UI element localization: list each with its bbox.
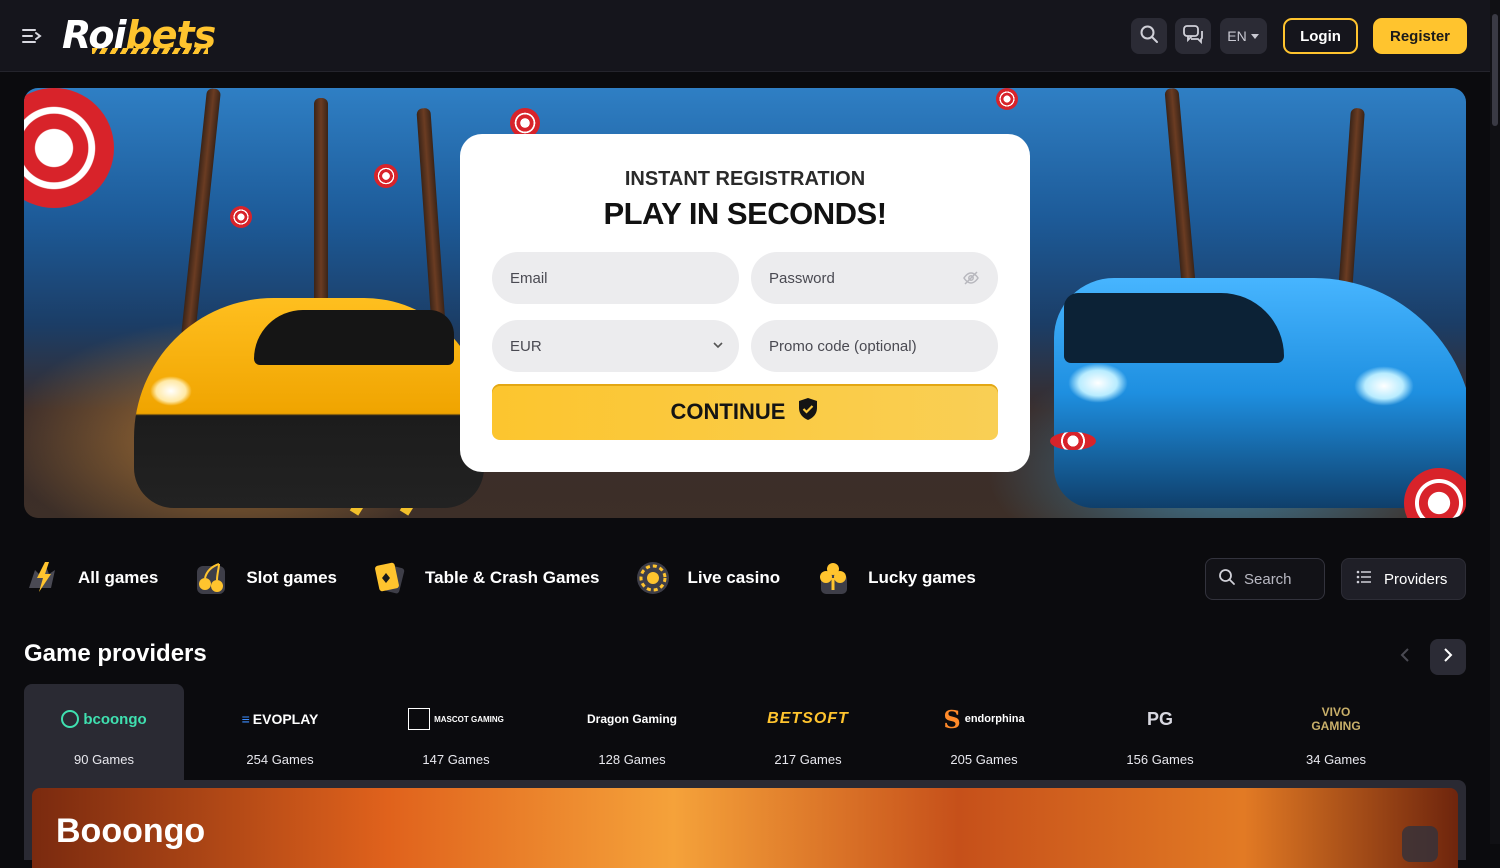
currency-select[interactable]: EUR (492, 320, 739, 372)
providers-carousel: bcoongo 90 Games ≡ EVOPLAY 254 Games MASC… (24, 684, 1466, 780)
chevron-left-icon (1399, 646, 1411, 669)
provider-card-endorphina[interactable]: Sendorphina 205 Games (904, 684, 1064, 780)
provider-card-betsoft[interactable]: BETSOFT 217 Games (728, 684, 888, 780)
provider-logo: Dragon Gaming (586, 712, 677, 726)
search-button[interactable] (1131, 18, 1167, 54)
featured-provider-panel: Booongo (24, 780, 1466, 868)
category-table-crash[interactable]: Table & Crash Games (371, 559, 600, 597)
casino-chip-image (1050, 432, 1096, 450)
provider-logo: BETSOFT (767, 710, 849, 727)
blue-car-image (1054, 278, 1466, 508)
category-label: All games (78, 568, 159, 587)
palm-tree (180, 88, 222, 339)
carousel-next-button[interactable] (1430, 639, 1466, 675)
menu-icon[interactable] (20, 24, 44, 48)
provider-card-vivo-gaming[interactable]: VIVO GAMING 34 Games (1256, 684, 1416, 780)
provider-game-count: 147 Games (422, 752, 490, 767)
search-placeholder: Search (1244, 570, 1292, 588)
section-title: Game providers (24, 640, 207, 667)
palm-tree (416, 107, 446, 329)
roulette-icon (634, 559, 672, 597)
email-placeholder: Email (510, 269, 548, 287)
category-lucky-games[interactable]: Lucky games (814, 559, 976, 597)
language-label: EN (1227, 28, 1247, 44)
providers-button[interactable]: Providers (1341, 558, 1466, 600)
promo-placeholder: Promo code (optional) (769, 337, 917, 355)
top-bar: Roibets EN Login Register (0, 0, 1500, 72)
continue-label: CONTINUE (670, 399, 786, 424)
provider-card-evoplay[interactable]: ≡ EVOPLAY 254 Games (200, 684, 360, 780)
provider-game-count: 254 Games (246, 752, 314, 767)
page-scrollbar[interactable] (1490, 0, 1500, 844)
providers-button-label: Providers (1384, 570, 1448, 588)
eye-slash-icon[interactable] (962, 269, 980, 291)
search-icon (1218, 568, 1236, 590)
provider-game-count: 90 Games (74, 752, 134, 767)
scrollbar-thumb[interactable] (1492, 14, 1498, 126)
palm-tree (1337, 107, 1365, 309)
category-label: Lucky games (868, 568, 976, 587)
casino-chip-image (374, 164, 398, 188)
casino-chip-image (24, 88, 114, 208)
cards-icon (371, 559, 409, 597)
provider-card-dragon-gaming[interactable]: Dragon Gaming 128 Games (552, 684, 712, 780)
provider-logo: PG (1146, 708, 1173, 729)
provider-game-count: 128 Games (598, 752, 666, 767)
game-search-input[interactable]: Search (1205, 558, 1325, 600)
provider-logo: MASCOT GAMING (376, 704, 536, 734)
provider-game-count: 34 Games (1306, 752, 1366, 767)
yellow-car-image (134, 298, 484, 508)
featured-next-button[interactable] (1402, 826, 1438, 862)
registration-card: INSTANT REGISTRATION PLAY IN SECONDS! Em… (460, 134, 1030, 472)
provider-logo: Sendorphina (943, 704, 1025, 734)
category-live-casino[interactable]: Live casino (634, 559, 781, 597)
palm-tree (1164, 88, 1198, 309)
provider-logo: ≡ EVOPLAY (241, 711, 319, 727)
logo-stripes (92, 48, 208, 54)
casino-chip-image (996, 88, 1018, 110)
provider-card-pg[interactable]: PG 156 Games (1080, 684, 1240, 780)
caret-down-icon (1250, 28, 1260, 44)
carousel-prev-button[interactable] (1390, 640, 1420, 674)
list-icon (1356, 570, 1372, 588)
lightning-icon (24, 559, 62, 597)
chevron-down-icon (711, 338, 725, 356)
password-placeholder: Password (769, 269, 835, 287)
provider-card-mascot-gaming[interactable]: MASCOT GAMING 147 Games (376, 684, 536, 780)
provider-card-booongo[interactable]: bcoongo 90 Games (24, 684, 184, 780)
register-button[interactable]: Register (1373, 18, 1467, 54)
chevron-right-icon (1442, 647, 1454, 668)
email-field[interactable]: Email (492, 252, 739, 304)
featured-provider-banner[interactable]: Booongo (32, 788, 1458, 868)
registration-subtitle: INSTANT REGISTRATION (624, 168, 866, 190)
registration-title: PLAY IN SECONDS! (603, 196, 887, 231)
chat-button[interactable] (1175, 18, 1211, 54)
category-label: Table & Crash Games (425, 568, 600, 587)
provider-game-count: 205 Games (950, 752, 1018, 767)
casino-chip-image (230, 206, 252, 228)
category-all-games[interactable]: All games (24, 559, 158, 597)
provider-game-count: 217 Games (774, 752, 842, 767)
category-label: Slot games (246, 568, 338, 587)
cherries-icon (192, 559, 230, 597)
search-icon (1139, 24, 1159, 49)
login-button[interactable]: Login (1283, 18, 1358, 54)
provider-game-count: 156 Games (1126, 752, 1194, 767)
provider-logo: VIVO GAMING (1311, 705, 1361, 733)
shield-check-icon (797, 397, 819, 427)
provider-logo: bcoongo (24, 704, 184, 734)
game-categories: All games Slot games Table & Crash Games… (24, 556, 1010, 600)
password-field[interactable]: Password (751, 252, 998, 304)
category-label: Live casino (687, 568, 781, 587)
clover-icon (814, 559, 852, 597)
continue-button[interactable]: CONTINUE (492, 384, 998, 440)
chat-icon (1182, 23, 1204, 50)
language-selector[interactable]: EN (1220, 18, 1267, 54)
palm-tree (314, 98, 328, 328)
promo-code-field[interactable]: Promo code (optional) (751, 320, 998, 372)
category-slot-games[interactable]: Slot games (192, 559, 337, 597)
currency-value: EUR (510, 337, 542, 355)
featured-provider-title: Booongo (56, 812, 206, 850)
